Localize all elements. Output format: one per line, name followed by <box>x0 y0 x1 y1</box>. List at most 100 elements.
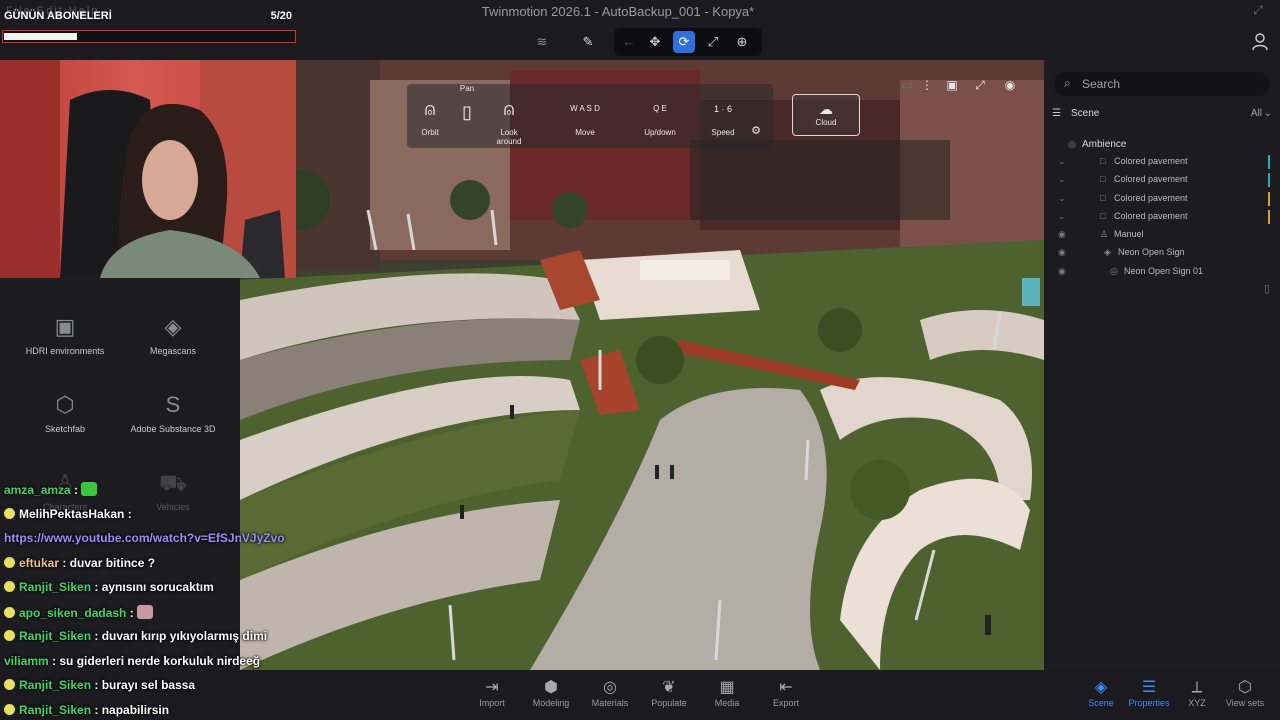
tab-materials[interactable]: ◎ Materials <box>580 678 640 708</box>
scale-icon[interactable]: ⤢ <box>702 31 724 53</box>
tab-view-sets[interactable]: ⬡ View sets <box>1215 678 1275 708</box>
import-icon: ⇥ <box>485 679 499 696</box>
chat-username[interactable]: viliamm <box>4 654 49 668</box>
collapse-icon[interactable]: ⌄ <box>1058 174 1066 185</box>
chat-text: burayı sel bassa <box>101 678 196 692</box>
collapse-icon[interactable]: ⌄ <box>1058 211 1066 222</box>
search-input[interactable]: ⌕ Search <box>1054 72 1270 96</box>
badge-icon <box>4 556 15 568</box>
eye-icon[interactable]: ◉ <box>1058 266 1066 277</box>
scene-tree-item[interactable]: ◉ ◈ Neon Open Sign <box>1044 244 1280 262</box>
chat-message: Ranjit_Siken : napabilirsin <box>4 703 169 720</box>
back-icon[interactable]: ← <box>618 31 640 53</box>
tab-label: Scene <box>1088 698 1114 708</box>
chat-username[interactable]: Ranjit_Siken <box>19 678 91 692</box>
fullscreen-icon[interactable]: ⤢ <box>969 74 991 96</box>
scene-filter[interactable]: All <box>1251 108 1262 119</box>
collapse-icon[interactable]: ⌄ <box>1058 156 1066 167</box>
goal-progress-fill <box>4 33 77 40</box>
populate-icon: ❦ <box>662 679 676 696</box>
pen-icon[interactable]: ✎ <box>576 30 600 54</box>
chat-username[interactable]: Ranjit_Siken <box>19 629 91 643</box>
chat-username[interactable]: eftukar <box>19 556 59 570</box>
goal-progress-bar <box>2 30 296 43</box>
pan-control: Pan ▯ <box>452 84 482 131</box>
chevron-down-icon[interactable]: ⌄ <box>1264 108 1272 119</box>
chat-message: amza_amza : <box>4 482 98 502</box>
badge-icon <box>4 606 15 618</box>
badge-icon <box>4 703 15 715</box>
chat-message: viliamm : su giderleri nerde korkuluk ni… <box>4 654 260 674</box>
chat-username[interactable]: apo_siken_dadash <box>19 606 126 620</box>
emote-icon <box>137 604 154 619</box>
chat-separator: : <box>91 702 102 717</box>
panel-toggle-icon[interactable]: ▯ <box>1264 282 1270 295</box>
scene-tree-item[interactable]: ◉ ♙ Manuel <box>1044 226 1280 244</box>
library-label: Vehicles <box>156 502 190 512</box>
chat-separator: : <box>48 653 60 668</box>
orbit-control: ⍝ Orbit <box>415 90 445 137</box>
scene-tree-item[interactable]: ⌄ □ Colored pavement <box>1044 190 1280 208</box>
item-type-icon: □ <box>1100 156 1106 166</box>
chat-username[interactable]: MelihPektasHakan <box>19 507 124 521</box>
qe-keys-icon: Q E <box>653 104 667 113</box>
globe-icon[interactable]: ⊕ <box>731 31 753 53</box>
scene-tree-item[interactable]: ⌄ □ Colored pavement <box>1044 208 1280 226</box>
3d-viewport[interactable] <box>240 60 1044 670</box>
app-root: File Edit Help Twinmotion 2026.1 - AutoB… <box>0 0 1280 720</box>
scene-tree-item[interactable]: ⌄ □ Colored pavement <box>1044 153 1280 171</box>
tab-import[interactable]: ⇥ Import <box>462 678 522 708</box>
tab-label: Import <box>479 698 505 708</box>
cloud-label: Cloud <box>815 118 837 127</box>
library-tile[interactable]: ⛟ Vehicles <box>118 464 228 534</box>
tab-populate[interactable]: ❦ Populate <box>639 678 699 708</box>
chat-separator: : <box>59 555 70 570</box>
user-icon[interactable] <box>1250 32 1270 52</box>
eye-icon[interactable]: ◉ <box>1058 247 1066 258</box>
rotate-icon[interactable]: ⟳ <box>673 31 695 53</box>
library-tile[interactable]: ⬡ Sketchfab <box>10 386 120 456</box>
screenshot-icon[interactable]: ▣ <box>941 74 963 96</box>
library-tile[interactable]: ◈ Megascans <box>118 308 228 378</box>
chat-separator: : <box>126 605 138 620</box>
eye-icon[interactable]: ◉ <box>1058 229 1066 240</box>
chat-message: https://www.youtube.com/watch?v=EfSJnVJy… <box>4 531 285 551</box>
tab-export[interactable]: ⇤ Export <box>756 678 816 708</box>
chat-username[interactable]: Ranjit_Siken <box>19 703 91 717</box>
scene-item-label: Neon Open Sign 01 <box>1124 266 1204 276</box>
tab-media[interactable]: ▦ Media <box>697 678 757 708</box>
chat-username[interactable]: amza_amza <box>4 483 71 497</box>
webcam-overlay <box>0 60 296 278</box>
gear-icon[interactable]: ⚙ <box>749 124 763 137</box>
chat-link[interactable]: https://www.youtube.com/watch?v=EfSJnVJy… <box>4 531 285 545</box>
scene-tree-item[interactable]: ◉ ◎ Neon Open Sign 01 <box>1044 263 1280 281</box>
chat-text: duvarı kırıp yıkıyolarmış dimi <box>101 629 268 643</box>
cloud-icon: ☁ <box>819 101 833 117</box>
tab-label: Export <box>772 698 799 708</box>
scene-tree-item[interactable]: ⌄ □ Colored pavement <box>1044 171 1280 189</box>
expand-icon[interactable]: ⤢ <box>1250 3 1266 19</box>
more-icon[interactable]: ⋮ <box>916 74 938 96</box>
scene-item-label: Colored pavement <box>1114 156 1188 166</box>
item-type-icon: ♙ <box>1100 229 1109 239</box>
item-type-icon: ◎ <box>1068 139 1076 149</box>
library-tile[interactable]: S Adobe Substance 3D <box>118 386 228 456</box>
speed-label: Speed <box>711 128 735 137</box>
chat-message: apo_siken_dadash : <box>4 604 154 625</box>
library-tile[interactable]: ▣ HDRI environments <box>10 308 120 378</box>
scene-render <box>240 60 1044 670</box>
layers-icon[interactable]: ≋ <box>530 30 554 54</box>
camera-icon[interactable]: ▭ <box>896 74 918 96</box>
chat-separator: : <box>124 506 132 521</box>
speed-value: 1 · 6 <box>713 104 732 114</box>
chat-separator: : <box>70 483 82 497</box>
library-label: Sketchfab <box>44 424 86 434</box>
eye-icon[interactable]: ◉ <box>999 74 1021 96</box>
collapse-icon[interactable]: ⌄ <box>1058 193 1066 204</box>
cloud-button[interactable]: ☁ Cloud <box>792 94 860 136</box>
chat-username[interactable]: Ranjit_Siken <box>19 580 91 594</box>
export-icon: ⇤ <box>779 679 793 696</box>
scene-group-item[interactable]: ◎ Ambience <box>1044 136 1280 154</box>
tab-modeling[interactable]: ⬢ Modeling <box>521 678 581 708</box>
move-icon[interactable]: ✥ <box>644 31 666 53</box>
